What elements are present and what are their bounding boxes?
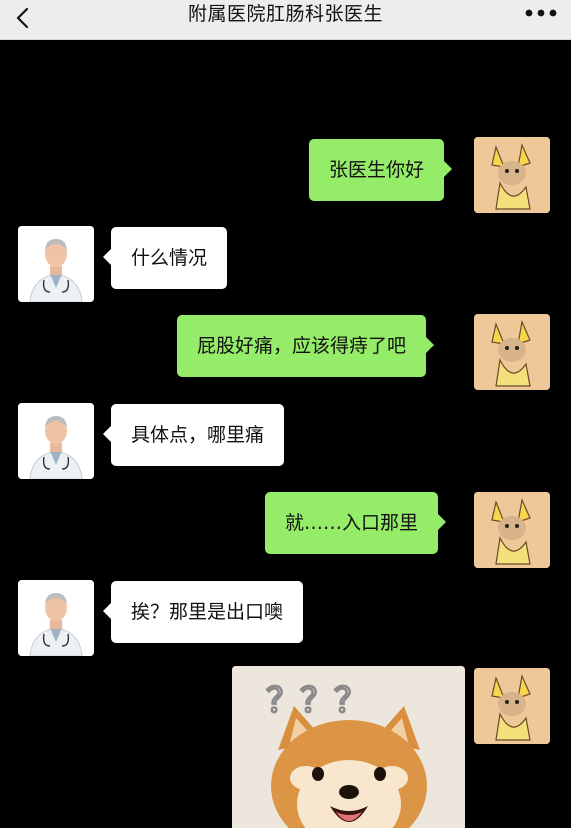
more-dots-icon[interactable] bbox=[525, 6, 557, 20]
message-bubble-sent[interactable]: 张医生你好 bbox=[309, 139, 453, 201]
pikachu-avatar-icon bbox=[474, 492, 550, 568]
chat-header: 附属医院肛肠科张医生 bbox=[0, 0, 571, 40]
doctor-avatar-icon bbox=[18, 226, 94, 302]
doctor-avatar[interactable] bbox=[18, 226, 94, 302]
pikachu-avatar-icon bbox=[474, 668, 550, 744]
message-bubble-sent[interactable]: 屁股好痛，应该得痔了吧 bbox=[177, 315, 435, 377]
pikachu-avatar-icon bbox=[474, 314, 550, 390]
shiba-dog-icon: ？？？ bbox=[232, 666, 465, 828]
confused-shiba-dog-sticker[interactable]: ？？？ bbox=[232, 666, 465, 828]
message-bubble-received[interactable]: 什么情况 bbox=[102, 227, 228, 289]
sticker-text: ？？？ bbox=[266, 681, 368, 721]
user-avatar[interactable] bbox=[474, 137, 550, 213]
message-bubble-received[interactable]: 具体点，哪里痛 bbox=[102, 404, 285, 466]
doctor-avatar[interactable] bbox=[18, 403, 94, 479]
doctor-avatar[interactable] bbox=[18, 580, 94, 656]
user-avatar[interactable] bbox=[474, 492, 550, 568]
user-avatar[interactable] bbox=[474, 314, 550, 390]
doctor-avatar-icon bbox=[18, 403, 94, 479]
pikachu-avatar-icon bbox=[474, 137, 550, 213]
doctor-avatar-icon bbox=[18, 580, 94, 656]
message-bubble-received[interactable]: 挨？那里是出口噢 bbox=[102, 581, 304, 643]
chat-title: 附属医院肛肠科张医生 bbox=[187, 3, 383, 25]
message-bubble-sent[interactable]: 就……入口那里 bbox=[265, 492, 447, 554]
chat-area[interactable]: 张医生你好 什么情况 屁股好痛，应该得痔了吧 具体点，哪里痛 就……入口那里 挨… bbox=[0, 40, 571, 828]
user-avatar[interactable] bbox=[474, 668, 550, 744]
